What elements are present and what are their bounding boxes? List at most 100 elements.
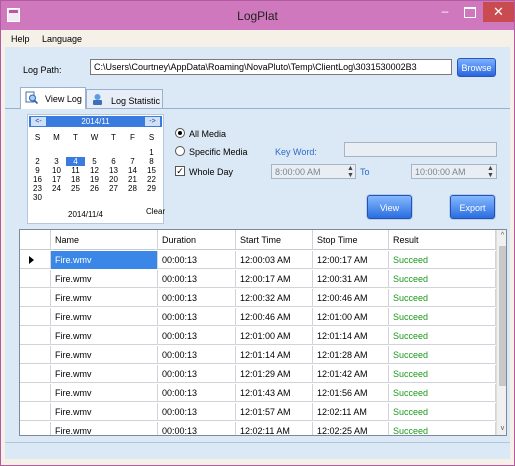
duration-cell[interactable]: 00:00:13 [158, 403, 236, 421]
duration-cell[interactable]: 00:00:13 [158, 365, 236, 383]
result-cell[interactable]: Succeed [389, 289, 496, 307]
table-row[interactable]: Fire.wmv 00:00:13 12:00:03 AM 12:00:17 AM Su… [20, 251, 496, 269]
row-header[interactable] [20, 384, 51, 402]
row-header[interactable] [20, 403, 51, 421]
calendar-day[interactable]: 22 [142, 175, 161, 184]
table-row[interactable]: Fire.wmv 00:00:13 12:01:43 AM 12:01:56 AM Su… [20, 384, 496, 402]
calendar-day[interactable]: 13 [104, 166, 123, 175]
scroll-down-icon[interactable]: v [497, 423, 506, 435]
key-word-input[interactable] [344, 142, 497, 157]
table-row[interactable]: Fire.wmv 00:00:13 12:00:32 AM 12:00:46 AM Su… [20, 289, 496, 307]
table-row[interactable]: Fire.wmv 00:00:13 12:01:29 AM 12:01:42 AM Su… [20, 365, 496, 383]
calendar-day[interactable]: 23 [28, 184, 47, 193]
calendar-day[interactable]: 30 [28, 193, 47, 202]
column-header-stop-time[interactable]: Stop Time [313, 230, 389, 250]
scroll-up-icon[interactable]: ^ [497, 230, 506, 242]
calendar-day[interactable]: 27 [104, 184, 123, 193]
name-cell[interactable]: Fire.wmv [51, 384, 158, 402]
table-row[interactable]: Fire.wmv 00:00:13 12:01:57 AM 12:02:11 AM Su… [20, 403, 496, 421]
row-header[interactable] [20, 346, 51, 364]
all-media-radio[interactable] [175, 128, 185, 138]
stop-time-cell[interactable]: 12:01:42 AM [313, 365, 389, 383]
row-header[interactable] [20, 365, 51, 383]
calendar-day[interactable]: 20 [104, 175, 123, 184]
duration-cell[interactable]: 00:00:13 [158, 346, 236, 364]
calendar-day[interactable]: 16 [28, 175, 47, 184]
duration-cell[interactable]: 00:00:13 [158, 289, 236, 307]
specific-media-radio[interactable] [175, 146, 185, 156]
column-header-start-time[interactable]: Start Time [236, 230, 313, 250]
start-time-cell[interactable]: 12:00:46 AM [236, 308, 313, 326]
whole-day-checkbox[interactable]: ✓ [175, 166, 185, 176]
result-cell[interactable]: Succeed [389, 270, 496, 288]
scroll-thumb[interactable] [499, 246, 506, 386]
stop-time-cell[interactable]: 12:01:56 AM [313, 384, 389, 402]
row-header[interactable] [20, 327, 51, 345]
tab-view-log[interactable]: View Log [20, 87, 86, 109]
calendar-day[interactable]: 18 [66, 175, 85, 184]
calendar-day[interactable]: 28 [123, 184, 142, 193]
maximize-button[interactable] [457, 3, 481, 21]
menu-language[interactable]: Language [42, 34, 82, 44]
menu-help[interactable]: Help [11, 34, 30, 44]
calendar-day[interactable]: 29 [142, 184, 161, 193]
result-cell[interactable]: Succeed [389, 327, 496, 345]
calendar-clear-button[interactable]: Clear [146, 207, 165, 216]
calendar-day[interactable]: 14 [123, 166, 142, 175]
calendar-prev-button[interactable]: <- [31, 117, 46, 126]
name-cell[interactable]: Fire.wmv [51, 346, 158, 364]
column-header-name[interactable]: Name [51, 230, 158, 250]
calendar-day[interactable]: 3 [47, 157, 66, 166]
table-row[interactable]: Fire.wmv 00:00:13 12:01:14 AM 12:01:28 AM Su… [20, 346, 496, 364]
start-time-cell[interactable]: 12:00:17 AM [236, 270, 313, 288]
start-time-cell[interactable]: 12:01:43 AM [236, 384, 313, 402]
duration-cell[interactable]: 00:00:13 [158, 270, 236, 288]
calendar-day[interactable]: 2 [28, 157, 47, 166]
calendar-day[interactable]: 24 [47, 184, 66, 193]
table-row[interactable]: Fire.wmv 00:00:13 12:02:11 AM 12:02:25 AM Su… [20, 422, 496, 435]
table-row[interactable]: Fire.wmv 00:00:13 12:01:00 AM 12:01:14 AM Su… [20, 327, 496, 345]
start-time-cell[interactable]: 12:01:57 AM [236, 403, 313, 421]
close-button[interactable]: ✕ [483, 2, 514, 22]
name-cell[interactable]: Fire.wmv [51, 308, 158, 326]
calendar-day[interactable]: 12 [85, 166, 104, 175]
duration-cell[interactable]: 00:00:13 [158, 422, 236, 435]
calendar-day[interactable]: 17 [47, 175, 66, 184]
stop-time-cell[interactable]: 12:01:00 AM [313, 308, 389, 326]
end-time-input[interactable]: 10:00:00 AM [411, 164, 497, 179]
calendar-next-button[interactable]: -> [145, 117, 160, 126]
calendar-day[interactable]: 7 [123, 157, 142, 166]
calendar-day[interactable]: 8 [142, 157, 161, 166]
name-cell[interactable]: Fire.wmv [51, 422, 158, 435]
stop-time-cell[interactable]: 12:00:17 AM [313, 251, 389, 269]
view-button[interactable]: View [367, 195, 412, 219]
calendar-day[interactable]: 19 [85, 175, 104, 184]
export-button[interactable]: Export [450, 195, 495, 219]
calendar-day[interactable]: 4 [66, 157, 85, 166]
table-row[interactable]: Fire.wmv 00:00:13 12:00:46 AM 12:01:00 AM Su… [20, 308, 496, 326]
start-time-cell[interactable]: 12:00:32 AM [236, 289, 313, 307]
result-cell[interactable]: Succeed [389, 365, 496, 383]
start-time-cell[interactable]: 12:01:14 AM [236, 346, 313, 364]
row-header[interactable] [20, 270, 51, 288]
end-time-spinner[interactable]: ▲ ▼ [486, 165, 495, 179]
table-scrollbar[interactable]: ^ v [496, 230, 506, 435]
table-row[interactable]: Fire.wmv 00:00:13 12:00:17 AM 12:00:31 AM Su… [20, 270, 496, 288]
calendar-day[interactable]: 1 [142, 148, 161, 157]
stop-time-cell[interactable]: 12:02:25 AM [313, 422, 389, 435]
duration-cell[interactable]: 00:00:13 [158, 327, 236, 345]
result-cell[interactable]: Succeed [389, 346, 496, 364]
result-cell[interactable]: Succeed [389, 384, 496, 402]
name-cell[interactable]: Fire.wmv [51, 251, 158, 269]
calendar-day[interactable]: 6 [104, 157, 123, 166]
row-header[interactable] [20, 422, 51, 435]
calendar-day[interactable]: 5 [85, 157, 104, 166]
stop-time-cell[interactable]: 12:01:28 AM [313, 346, 389, 364]
start-time-cell[interactable]: 12:02:11 AM [236, 422, 313, 435]
stop-time-cell[interactable]: 12:00:31 AM [313, 270, 389, 288]
minimize-button[interactable]: – [433, 3, 457, 21]
browse-button[interactable]: Browse [457, 58, 496, 77]
result-cell[interactable]: Succeed [389, 422, 496, 435]
name-cell[interactable]: Fire.wmv [51, 327, 158, 345]
name-cell[interactable]: Fire.wmv [51, 289, 158, 307]
